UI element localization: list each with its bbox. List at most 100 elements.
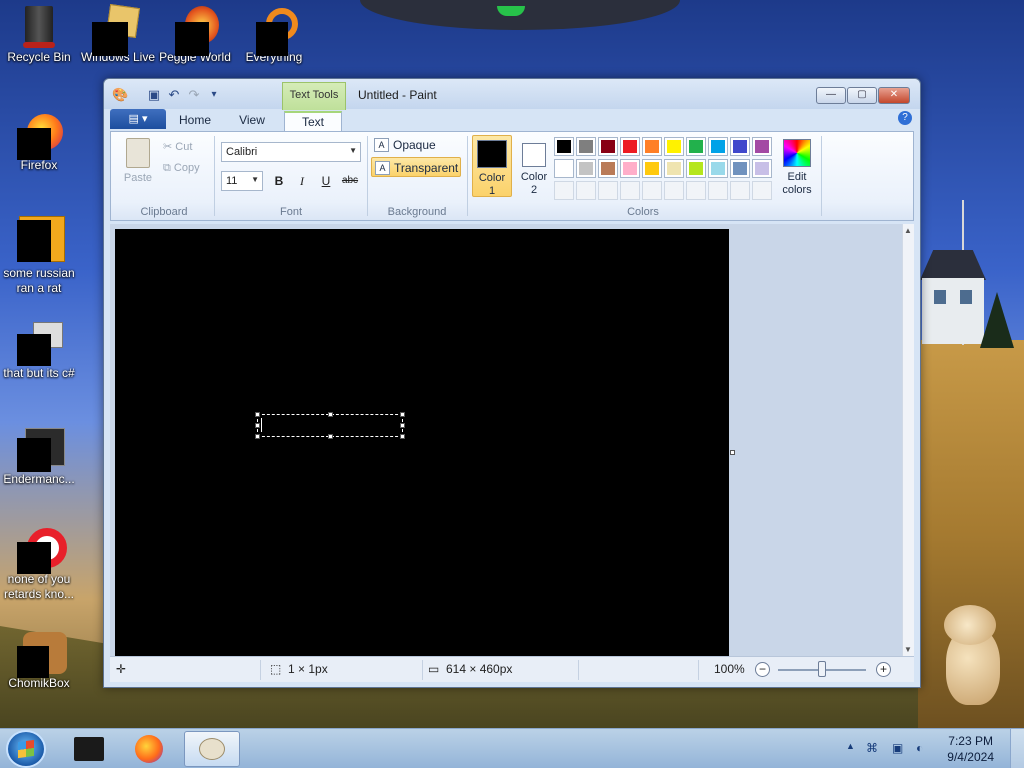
custom-color-slot[interactable] (554, 181, 574, 200)
desktop-icon-recycle-bin[interactable]: Recycle Bin (1, 6, 77, 65)
palette-color-swatch[interactable] (708, 137, 728, 156)
swatch-fill (623, 162, 637, 175)
swatch-fill (645, 162, 659, 175)
desktop-icon-that-but-its-csharp[interactable]: that but its c# (1, 322, 77, 381)
custom-color-slot[interactable] (576, 181, 596, 200)
palette-color-swatch[interactable] (642, 137, 662, 156)
swatch-fill (645, 140, 659, 153)
bold-button[interactable]: B (269, 171, 289, 191)
palette-color-swatch[interactable] (554, 137, 574, 156)
show-hidden-icons-icon[interactable]: ▲ (846, 741, 855, 751)
palette-color-swatch[interactable] (686, 137, 706, 156)
text-input-box[interactable] (255, 412, 405, 439)
color2-button[interactable]: Color 2 (514, 135, 554, 197)
color1-button[interactable]: Color 1 (472, 135, 512, 197)
zoom-in-button[interactable]: + (876, 662, 891, 677)
paint-app-icon[interactable]: 🎨 (112, 87, 128, 103)
custom-color-slot[interactable] (620, 181, 640, 200)
palette-color-swatch[interactable] (554, 159, 574, 178)
network-icon[interactable]: ▣ (892, 741, 903, 755)
palette-color-swatch[interactable] (664, 137, 684, 156)
start-button[interactable] (6, 730, 46, 768)
underline-button[interactable]: U (316, 171, 336, 191)
customize-toolbar-icon[interactable]: ▾ (206, 87, 222, 103)
scroll-up-icon[interactable]: ▲ (904, 226, 912, 235)
undo-icon[interactable]: ↶ (166, 87, 182, 103)
palette-color-swatch[interactable] (598, 137, 618, 156)
title-bar[interactable]: 🎨 ▣ ↶ ↷ ▾ Text Tools Untitled - Paint — … (104, 79, 920, 110)
tab-home[interactable]: Home (176, 111, 214, 131)
tab-view[interactable]: View (234, 111, 270, 131)
cursor-position-icon: ✛ (116, 662, 127, 676)
taskbar-item-explorer[interactable] (62, 731, 118, 767)
minimize-button[interactable]: — (816, 87, 846, 104)
palette-color-swatch[interactable] (686, 159, 706, 178)
swatch-fill (557, 140, 571, 153)
help-icon[interactable]: ? (898, 111, 912, 125)
desktop-icon-endermanc[interactable]: Endermanc... (1, 428, 77, 487)
custom-color-slot[interactable] (708, 181, 728, 200)
copy-button[interactable]: ⧉ Copy (163, 162, 200, 175)
palette-color-swatch[interactable] (752, 159, 772, 178)
redo-icon[interactable]: ↷ (186, 87, 202, 103)
maximize-button[interactable]: ▢ (847, 87, 877, 104)
scroll-down-icon[interactable]: ▼ (904, 645, 912, 654)
tab-text[interactable]: Text (284, 111, 342, 131)
canvas-resize-handle[interactable] (730, 450, 735, 455)
edit-colors-button[interactable]: Edit colors (777, 135, 817, 197)
strikethrough-button[interactable]: abc (339, 171, 361, 191)
volume-icon[interactable]: ◐ (916, 741, 923, 755)
palette-color-swatch[interactable] (730, 137, 750, 156)
desktop-icon-label: that but its c# (3, 366, 75, 380)
palette-color-swatch[interactable] (620, 159, 640, 178)
palette-color-swatch[interactable] (752, 137, 772, 156)
show-desktop-button[interactable] (1010, 729, 1024, 768)
paste-button[interactable]: Paste (119, 138, 157, 186)
desktop-icon-peggle-world[interactable]: Peggle World (157, 6, 233, 65)
drawing-canvas[interactable] (115, 229, 729, 656)
paint-menu-button[interactable]: ▤ ▾ (110, 109, 166, 129)
bluetooth-icon[interactable]: ⌘ (866, 741, 878, 755)
palette-color-swatch[interactable] (576, 137, 596, 156)
palette-color-swatch[interactable] (708, 159, 728, 178)
custom-color-slot[interactable] (598, 181, 618, 200)
taskbar-item-paint[interactable] (184, 731, 240, 767)
custom-color-slot[interactable] (664, 181, 684, 200)
font-size-dropdown[interactable]: 11 ▼ (221, 171, 263, 191)
close-button[interactable]: ✕ (878, 87, 910, 104)
italic-button[interactable]: I (292, 171, 312, 191)
cut-button[interactable]: ✂ Cut (163, 140, 192, 153)
clock[interactable]: 7:23 PM 9/4/2024 (947, 733, 994, 765)
palette-color-swatch[interactable] (730, 159, 750, 178)
save-icon[interactable]: ▣ (146, 87, 162, 103)
zoom-out-button[interactable]: − (755, 662, 770, 677)
firefox-icon (135, 735, 163, 763)
palette-color-swatch[interactable] (576, 159, 596, 178)
custom-color-slot[interactable] (752, 181, 772, 200)
desktop-icon-firefox[interactable]: Firefox (1, 114, 77, 173)
zoom-slider-thumb[interactable] (818, 661, 826, 677)
opaque-button[interactable]: A Opaque (371, 135, 461, 155)
desktop-icon-some-russian-ran-a-rat[interactable]: some russian ran a rat (1, 216, 77, 296)
palette-color-swatch[interactable] (642, 159, 662, 178)
vertical-scrollbar[interactable]: ▲ ▼ (902, 224, 914, 656)
transparent-button[interactable]: A Transparent (371, 157, 461, 177)
desktop-icon-windows-live[interactable]: Windows Live (80, 4, 156, 65)
swatch-fill (711, 140, 725, 153)
windows-live-icon (92, 4, 140, 56)
palette-color-swatch[interactable] (664, 159, 684, 178)
custom-color-slot[interactable] (642, 181, 662, 200)
taskbar-item-firefox[interactable] (122, 731, 178, 767)
hamster-image (940, 605, 1002, 705)
desktop-icon-everything[interactable]: Everything (236, 6, 312, 65)
image-size: 614 × 460px (446, 662, 513, 676)
palette-color-swatch[interactable] (620, 137, 640, 156)
custom-color-slot[interactable] (730, 181, 750, 200)
swatch-fill (733, 140, 747, 153)
desktop-icon-none-of-you[interactable]: none of you retards kno... (1, 528, 77, 602)
palette-color-swatch[interactable] (598, 159, 618, 178)
ribbon-divider (367, 136, 368, 216)
font-family-dropdown[interactable]: Calibri ▼ (221, 142, 361, 162)
desktop-icon-chomikbox[interactable]: ChomikBox (1, 632, 77, 691)
custom-color-slot[interactable] (686, 181, 706, 200)
